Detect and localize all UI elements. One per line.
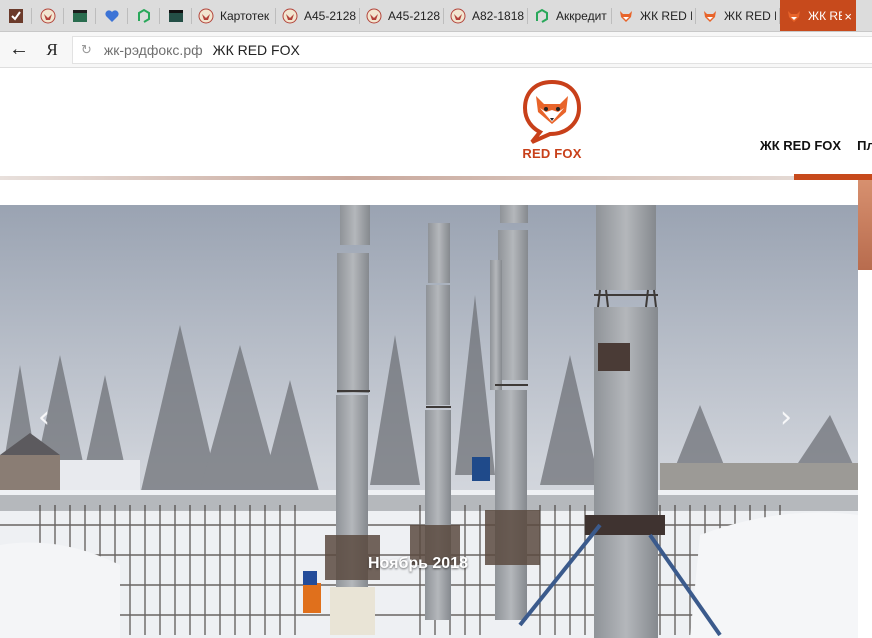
eagle-emblem-icon [198, 8, 214, 24]
browser-tab[interactable] [32, 0, 64, 31]
tab-label: ЖК RED F [724, 9, 776, 23]
photo-slider: ‹ › Ноябрь 2018 [0, 205, 858, 638]
header-divider [0, 176, 872, 180]
address-bar: ← Я ↻ жк-рэдфокс.рф ЖК RED FOX [0, 32, 872, 68]
eagle-emblem-icon [366, 8, 382, 24]
checklist-icon [8, 8, 24, 24]
tab-label: А82-1818 [472, 9, 524, 23]
browser-tab[interactable] [96, 0, 128, 31]
browser-tab[interactable]: Аккредит [528, 0, 612, 31]
browser-tab[interactable]: ЖК RED F [612, 0, 696, 31]
site-header: RED FOX ЖК RED FOX Пла [0, 68, 872, 176]
eagle-emblem-icon [40, 8, 56, 24]
tab-label: А45-2128 [388, 9, 440, 23]
browser-tab[interactable]: А82-1818 [444, 0, 528, 31]
tab-label: ЖК RED F [640, 9, 692, 23]
browser-tab[interactable]: А45-2128 [276, 0, 360, 31]
tab-active[interactable]: ЖК RE × [780, 0, 856, 31]
browser-tab[interactable] [0, 0, 32, 31]
browser-tab[interactable] [160, 0, 192, 31]
tab-label: Картотек [220, 9, 270, 23]
eagle-emblem-icon [282, 8, 298, 24]
green-window-icon [72, 8, 88, 24]
slide-caption: Ноябрь 2018 [368, 555, 468, 572]
blue-heart-icon [104, 8, 120, 24]
slider-next-arrow[interactable]: › [780, 400, 792, 435]
main-nav: ЖК RED FOX Пла [760, 138, 872, 153]
tab-label: Аккредит [556, 9, 607, 23]
slider-prev-arrow[interactable]: ‹ [38, 400, 50, 435]
nav-item-red-fox[interactable]: ЖК RED FOX [760, 138, 841, 153]
tab-label: ЖК RE [808, 9, 843, 23]
url-page-title: ЖК RED FOX [212, 41, 300, 58]
browser-tab[interactable] [128, 0, 160, 31]
reload-icon[interactable]: ↻ [81, 42, 92, 58]
nav-item-plans[interactable]: Пла [857, 138, 872, 153]
fox-logo-icon [522, 79, 582, 144]
yandex-button[interactable]: Я [38, 32, 66, 68]
fox-icon [618, 8, 634, 24]
back-button[interactable]: ← [0, 32, 38, 68]
browser-tab[interactable] [64, 0, 96, 31]
browser-tab[interactable]: ЖК RED F [696, 0, 780, 31]
side-image-strip [858, 180, 872, 270]
logo-text: RED FOX [522, 146, 582, 161]
close-tab-icon[interactable]: × [844, 9, 852, 24]
tab-label: А45-2128 [304, 9, 356, 23]
fox-icon [786, 8, 802, 24]
green-leaf-icon [534, 8, 550, 24]
browser-tab[interactable]: А45-2128 [360, 0, 444, 31]
tab-strip: Картотек А45-2128 А45-2128 А82-1818 Аккредит… [0, 0, 872, 32]
eagle-emblem-icon [450, 8, 466, 24]
url-host: жк-рэдфокс.рф [103, 41, 203, 58]
green-leaf-icon [136, 8, 152, 24]
url-field[interactable]: ↻ жк-рэдфокс.рф ЖК RED FOX [72, 35, 872, 64]
browser-tab[interactable]: Картотек [192, 0, 276, 31]
red-fox-logo[interactable]: RED FOX [520, 78, 584, 161]
dark-window-icon [168, 8, 184, 24]
construction-photo [0, 205, 858, 638]
fox-icon [702, 8, 718, 24]
